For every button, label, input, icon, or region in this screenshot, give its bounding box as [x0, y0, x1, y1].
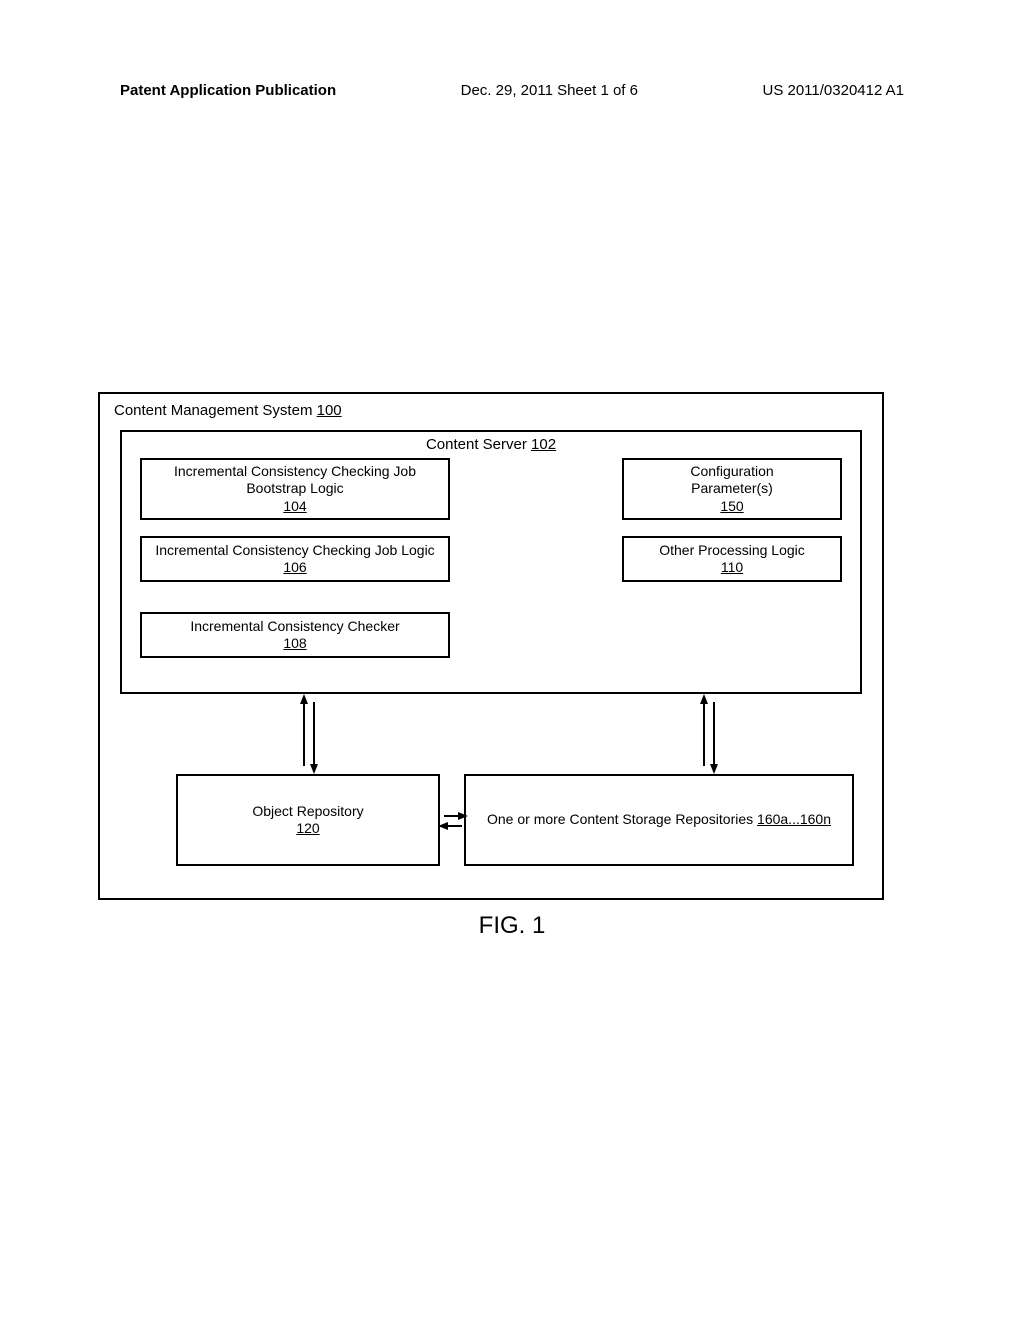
arrow-110-160: [700, 694, 720, 776]
header-right: US 2011/0320412 A1: [762, 82, 904, 99]
box-160: One or more Content Storage Repositories…: [464, 774, 854, 866]
box-104: Incremental Consistency Checking Job Boo…: [140, 458, 450, 520]
content-server-box: Content Server 102 Incremental Consisten…: [120, 430, 862, 694]
cms-label: Content Management System 100: [114, 402, 342, 419]
box-106: Incremental Consistency Checking Job Log…: [140, 536, 450, 582]
box-120: Object Repository 120: [176, 774, 440, 866]
figure-label: FIG. 1: [479, 912, 546, 940]
diagram-container: Content Management System 100 Content Se…: [98, 392, 884, 900]
box-110: Other Processing Logic 110: [622, 536, 842, 582]
page-header: Patent Application Publication Dec. 29, …: [120, 82, 904, 99]
arrow-108-120: [300, 694, 320, 776]
box-108: Incremental Consistency Checker 108: [140, 612, 450, 658]
content-server-label: Content Server 102: [426, 436, 556, 453]
arrow-120-160: [438, 812, 468, 832]
header-left: Patent Application Publication: [120, 82, 336, 99]
header-center: Dec. 29, 2011 Sheet 1 of 6: [461, 82, 638, 99]
box-150: Configuration Parameter(s) 150: [622, 458, 842, 520]
